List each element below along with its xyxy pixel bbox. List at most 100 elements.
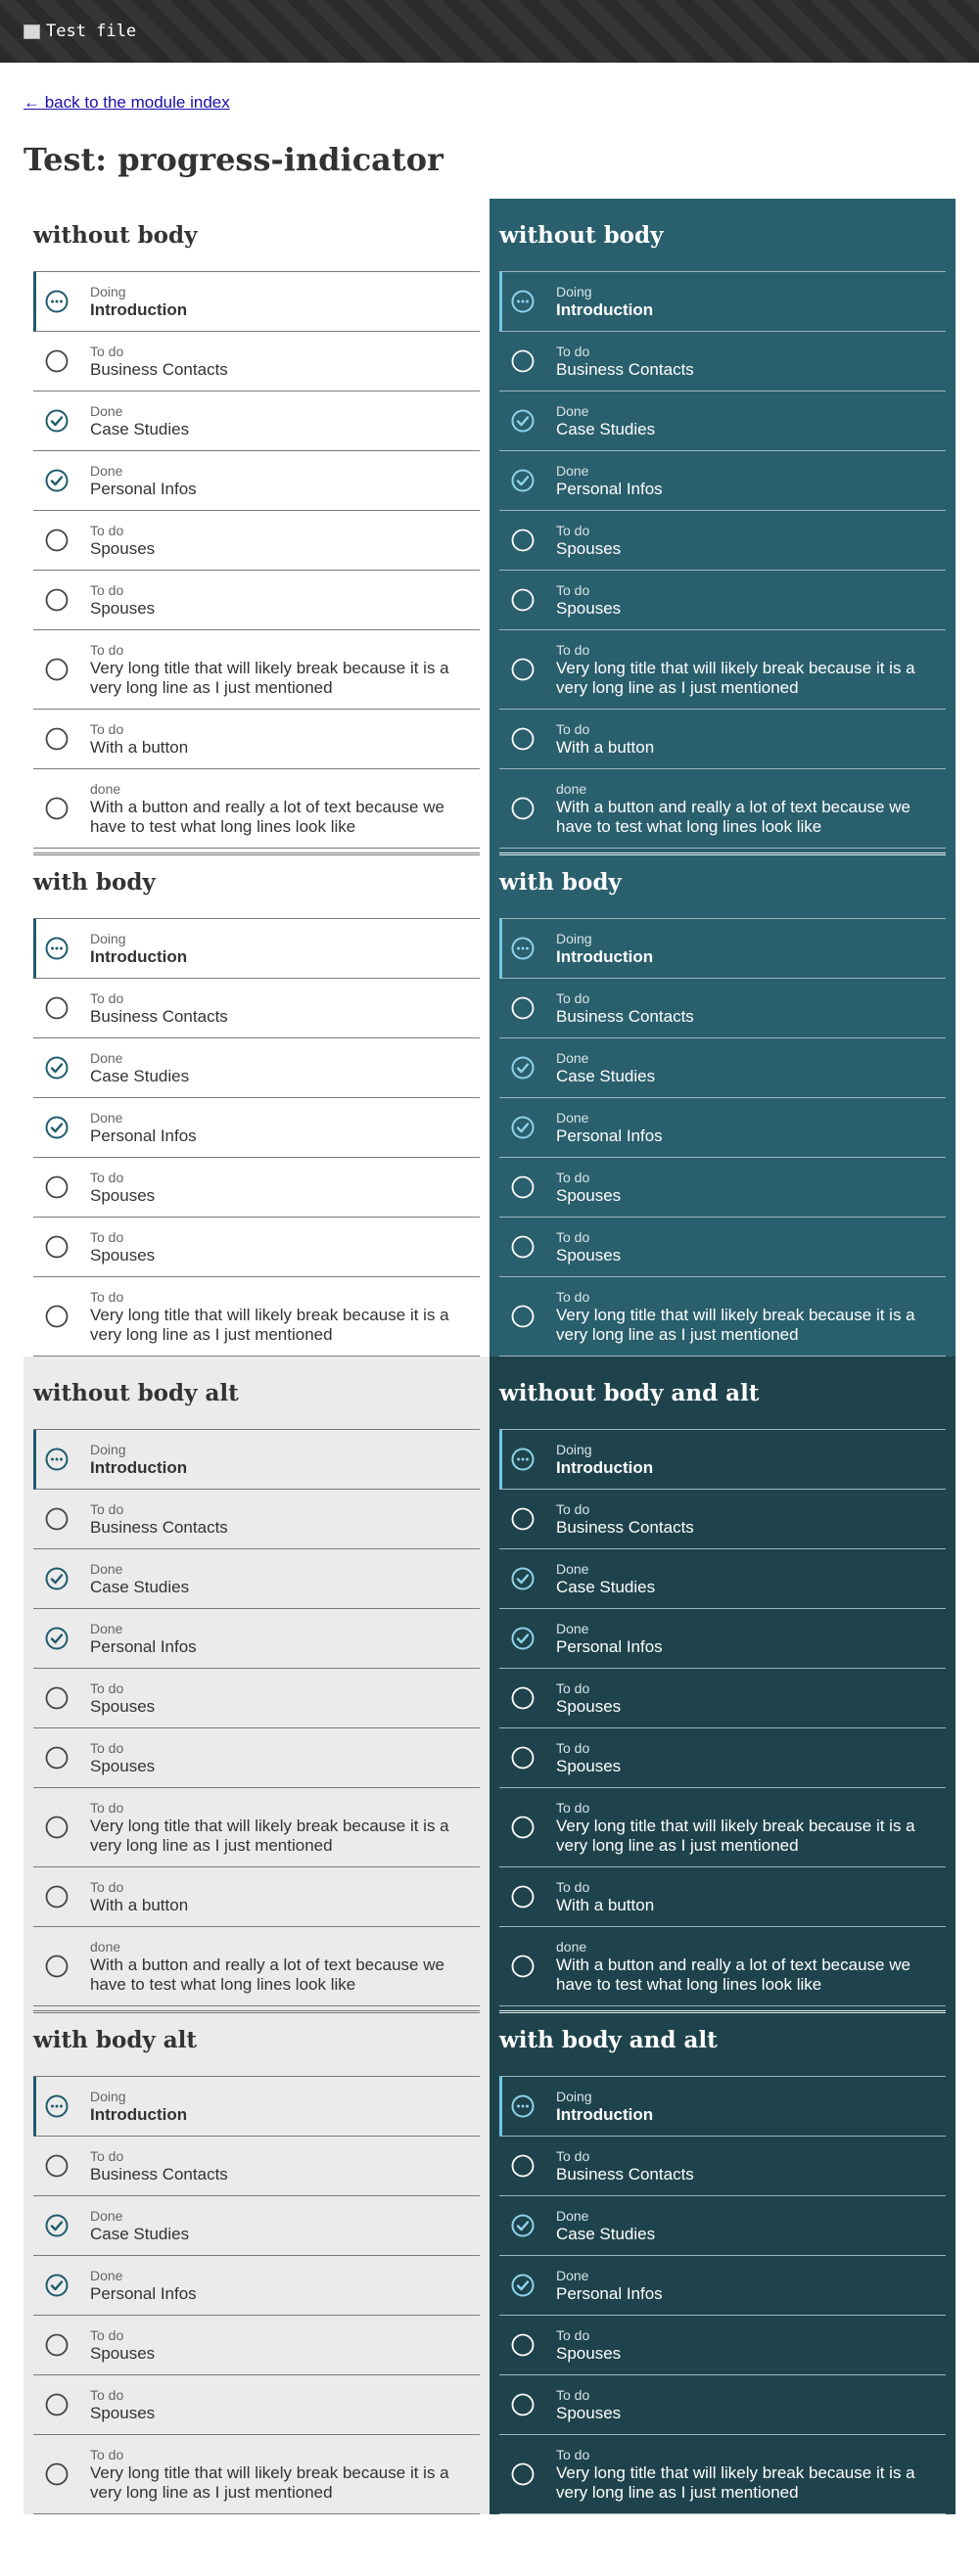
progress-step[interactable]: To do Business Contacts	[499, 2137, 946, 2196]
empty-circle-icon	[45, 2154, 69, 2178]
progress-step[interactable]: done With a button and really a lot of te…	[499, 1927, 946, 2006]
progress-step[interactable]: To do With a button	[499, 1867, 946, 1927]
step-title: Spouses	[90, 1245, 156, 1265]
progress-step[interactable]: To do With a button	[33, 710, 480, 769]
in-progress-icon	[45, 2094, 69, 2118]
progress-indicator: Doing Introduction To do Business Contacts D…	[33, 271, 480, 849]
step-title: With a button	[90, 1895, 189, 1914]
progress-step[interactable]: Done Case Studies	[499, 1038, 946, 1098]
progress-step[interactable]: Doing Introduction	[33, 919, 480, 979]
step-status: To do	[90, 1679, 124, 1696]
progress-step[interactable]: To do Spouses	[33, 2375, 480, 2435]
progress-step[interactable]: To do Spouses	[33, 1158, 480, 1218]
step-title: Very long title that will likely break b…	[556, 658, 915, 697]
step-title: Very long title that will likely break b…	[90, 658, 449, 697]
progress-step[interactable]: Doing Introduction	[33, 272, 480, 332]
progress-step[interactable]: To do Very long title that will likely br…	[499, 2435, 946, 2514]
progress-step[interactable]: Done Personal Infos	[33, 1609, 480, 1669]
panel-darker: without body and alt Doing Introduction To …	[490, 1357, 956, 2514]
progress-step[interactable]: Done Case Studies	[33, 2196, 480, 2256]
progress-step[interactable]: done With a button and really a lot of te…	[499, 769, 946, 849]
progress-step[interactable]: To do Spouses	[33, 1218, 480, 1277]
step-title: Spouses	[90, 538, 156, 558]
progress-step[interactable]: To do Very long title that will likely br…	[499, 1788, 946, 1867]
progress-step[interactable]: Doing Introduction	[499, 272, 946, 332]
panel-grey: without body alt Doing Introduction To do Bu…	[23, 1357, 490, 2514]
progress-step[interactable]: Done Case Studies	[499, 2196, 946, 2256]
progress-step[interactable]: Done Case Studies	[33, 391, 480, 451]
progress-step[interactable]: Done Case Studies	[33, 1038, 480, 1098]
empty-circle-icon	[45, 797, 69, 820]
progress-step[interactable]: Done Personal Infos	[499, 451, 946, 511]
progress-step[interactable]: To do Spouses	[499, 511, 946, 571]
progress-step[interactable]: Done Personal Infos	[499, 1609, 946, 1669]
progress-step[interactable]: Done Personal Infos	[499, 2256, 946, 2316]
step-title: Case Studies	[556, 1577, 656, 1596]
progress-step[interactable]: Doing Introduction	[33, 2077, 480, 2137]
progress-step[interactable]: To do Business Contacts	[33, 1490, 480, 1549]
progress-step[interactable]: To do Spouses	[33, 1669, 480, 1728]
progress-step[interactable]: To do Very long title that will likely br…	[33, 1788, 480, 1867]
step-status: To do	[556, 1500, 590, 1517]
check-circle-icon	[511, 1627, 535, 1650]
progress-step[interactable]: To do With a button	[499, 710, 946, 769]
progress-step[interactable]: To do Spouses	[33, 511, 480, 571]
progress-step[interactable]: To do Very long title that will likely br…	[33, 1277, 480, 1357]
progress-step[interactable]: To do Spouses	[33, 1728, 480, 1788]
step-title: Personal Infos	[556, 1126, 663, 1145]
progress-step[interactable]: To do Very long title that will likely br…	[499, 1277, 946, 1357]
step-title: Case Studies	[556, 419, 656, 438]
step-title: Spouses	[556, 598, 622, 618]
progress-step[interactable]: Done Personal Infos	[33, 451, 480, 511]
progress-step[interactable]: To do Business Contacts	[33, 332, 480, 391]
step-status: To do	[556, 1878, 590, 1895]
progress-step[interactable]: To do Business Contacts	[499, 332, 946, 391]
progress-step[interactable]: Done Personal Infos	[33, 1098, 480, 1158]
section-title: without body and alt	[499, 1380, 760, 1406]
step-status: To do	[556, 1288, 590, 1305]
progress-step[interactable]: To do Spouses	[499, 2316, 946, 2375]
progress-step[interactable]: To do Business Contacts	[499, 979, 946, 1038]
progress-step[interactable]: Doing Introduction	[499, 919, 946, 979]
progress-step[interactable]: To do Business Contacts	[499, 1490, 946, 1549]
progress-step[interactable]: To do With a button	[33, 1867, 480, 1927]
empty-circle-icon	[511, 1305, 535, 1328]
progress-step[interactable]: done With a button and really a lot of te…	[33, 1927, 480, 2006]
step-title: Spouses	[556, 538, 622, 558]
progress-step[interactable]: To do Spouses	[33, 2316, 480, 2375]
progress-step[interactable]: To do Spouses	[499, 1158, 946, 1218]
empty-circle-icon	[45, 1175, 69, 1199]
progress-step[interactable]: To do Spouses	[499, 2375, 946, 2435]
step-title: Case Studies	[90, 2224, 190, 2243]
in-progress-icon	[45, 290, 69, 313]
progress-step[interactable]: Done Case Studies	[499, 1549, 946, 1609]
empty-circle-icon	[511, 1686, 535, 1710]
step-title: Spouses	[556, 2343, 622, 2363]
progress-step[interactable]: Done Case Studies	[499, 391, 946, 451]
in-progress-icon	[511, 937, 535, 960]
back-to-index-link[interactable]: ← back to the module index	[23, 93, 230, 113]
progress-step[interactable]: Doing Introduction	[33, 1430, 480, 1490]
step-status: Done	[556, 1620, 589, 1636]
step-title: Personal Infos	[90, 1126, 197, 1145]
progress-step[interactable]: To do Spouses	[33, 571, 480, 630]
progress-step[interactable]: Done Personal Infos	[499, 1098, 946, 1158]
step-status: To do	[90, 1288, 124, 1305]
progress-step[interactable]: done With a button and really a lot of te…	[33, 769, 480, 849]
progress-step[interactable]: To do Very long title that will likely br…	[33, 2435, 480, 2514]
progress-step[interactable]: To do Business Contacts	[33, 979, 480, 1038]
progress-step[interactable]: To do Very long title that will likely br…	[499, 630, 946, 710]
step-status: Done	[556, 2267, 589, 2283]
page-title: Test: progress-indicator	[23, 141, 443, 178]
progress-step[interactable]: To do Spouses	[499, 1218, 946, 1277]
progress-step[interactable]: To do Spouses	[499, 1669, 946, 1728]
progress-step[interactable]: Doing Introduction	[499, 2077, 946, 2137]
progress-step[interactable]: To do Spouses	[499, 1728, 946, 1788]
progress-step[interactable]: Done Case Studies	[33, 1549, 480, 1609]
progress-step[interactable]: To do Business Contacts	[33, 2137, 480, 2196]
progress-step[interactable]: Doing Introduction	[499, 1430, 946, 1490]
progress-step[interactable]: To do Spouses	[499, 571, 946, 630]
progress-indicator: Doing Introduction To do Business Contacts D…	[33, 1429, 480, 2006]
progress-step[interactable]: Done Personal Infos	[33, 2256, 480, 2316]
progress-step[interactable]: To do Very long title that will likely br…	[33, 630, 480, 710]
